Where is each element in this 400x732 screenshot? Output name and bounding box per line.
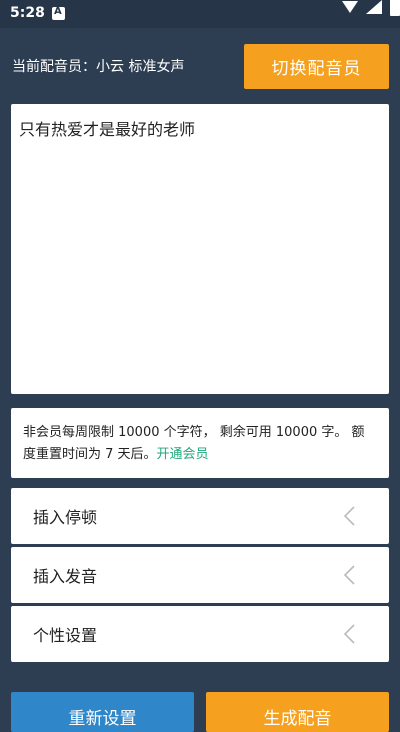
menu-item-personal-settings[interactable]: 个性设置 — [11, 606, 389, 662]
reset-button[interactable]: 重新设置 — [11, 692, 194, 732]
limit-notice: 非会员每周限制 10000 个字符， 剩余可用 10000 字。 额度重置时间为… — [11, 408, 389, 478]
menu-item-insert-pronunciation[interactable]: 插入发音 — [11, 547, 389, 603]
open-vip-link[interactable]: 开通会员 — [157, 447, 209, 462]
battery-icon — [390, 0, 400, 16]
notification-icon — [52, 6, 65, 20]
menu-item-label: 插入停顿 — [33, 508, 98, 527]
status-bar: 5:28 — [0, 0, 400, 28]
generate-button[interactable]: 生成配音 — [206, 692, 389, 732]
editor-text: 只有热爱才是最好的老师 — [19, 120, 196, 139]
text-editor[interactable]: 只有热爱才是最好的老师 — [11, 104, 389, 394]
signal-icon — [366, 0, 382, 14]
menu-item-insert-pause[interactable]: 插入停顿 — [11, 488, 389, 544]
switch-voice-button[interactable]: 切换配音员 — [244, 44, 389, 89]
menu-item-label: 个性设置 — [33, 626, 98, 645]
menu-item-label: 插入发音 — [33, 567, 98, 586]
status-time: 5:28 — [10, 5, 45, 21]
chevron-left-icon — [343, 506, 355, 526]
chevron-left-icon — [343, 565, 355, 585]
current-voice-label: 当前配音员：小云 标准女声 — [12, 59, 185, 75]
chevron-left-icon — [343, 624, 355, 644]
wifi-icon — [342, 1, 358, 13]
